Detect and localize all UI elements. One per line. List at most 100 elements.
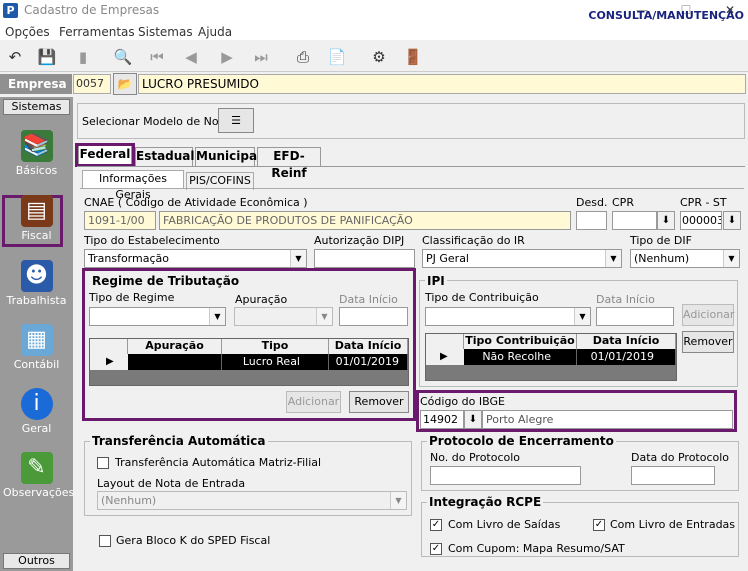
regime-row-data-inicio[interactable]: 01/01/2019 [329,354,408,370]
classificacao-ir-label: Classificação do IR [422,234,525,247]
layout-nota-select[interactable]: (Nenhum) ▼ [97,491,407,510]
ipi-remover-button[interactable]: Remover [682,331,734,353]
document-list-icon: ☰ [231,114,241,127]
sidebar-header[interactable]: Sistemas [3,99,70,115]
modelo-nota-label: Selecionar Modelo de Nota [82,115,230,128]
regime-col-apuracao: Apuração [128,339,222,354]
tipo-estabelecimento-select[interactable]: Transformação ▼ [84,249,307,268]
cpr-field[interactable] [612,211,657,230]
regime-remover-button[interactable]: Remover [349,391,409,413]
cpr-st-field[interactable]: 000003 [680,211,722,230]
open-folder-button[interactable]: 📂 [113,73,137,95]
tipo-dif-select[interactable]: (Nenhum) ▼ [630,249,740,268]
print-icon[interactable]: ⎙ [292,46,314,68]
menu-ferramentas[interactable]: Ferramentas [59,25,135,39]
cpr-st-lookup-button[interactable]: ⬇ [723,211,741,230]
first-record-icon[interactable]: ⏮ [146,46,168,68]
tab-estadual[interactable]: Estadual [135,147,195,166]
sidebar-item-geral[interactable]: i Geral [3,384,70,444]
layout-nota-label: Layout de Nota de Entrada [97,477,246,490]
desd-label: Desd. [576,196,608,209]
protocolo-data-field[interactable] [631,466,715,485]
previous-record-icon[interactable]: ◀ [180,46,202,68]
grid-corner [90,339,128,354]
classificacao-ir-value: PJ Geral [426,252,469,265]
subtab-divider [80,188,744,189]
sidebar-item-label: Fiscal [21,229,52,242]
protocolo-data-label: Data do Protocolo [631,451,730,464]
rcpe-entradas-checkbox[interactable]: ✓ [593,519,605,531]
ipi-adicionar-button[interactable]: Adicionar [682,304,734,326]
regime-row-tipo[interactable]: Lucro Real [222,354,329,370]
regime-data-inicio-field[interactable] [339,307,408,326]
subtab-informacoes-gerais[interactable]: Informações Gerais [82,170,184,201]
sidebar-footer[interactable]: Outros [3,553,70,569]
window-title: Cadastro de Empresas [24,3,160,17]
regime-tipo-select[interactable]: ▼ [89,307,226,326]
rcpe-cupom-label: Com Cupom: Mapa Resumo/SAT [448,542,625,555]
regime-title: Regime de Tributação [90,274,242,288]
save-icon[interactable]: 💾 [36,46,58,68]
tab-efd-reinf[interactable]: EFD-Reinf [257,147,321,180]
cnae-label: CNAE ( Código de Atividade Econômica ) [84,196,308,209]
chevron-down-icon: ▼ [574,308,590,325]
tools-icon[interactable]: ⚙ [368,46,390,68]
ibge-code-field[interactable]: 14902 [420,410,464,429]
menu-opcoes[interactable]: Opções [5,25,50,39]
regime-data-inicio-label: Data Início [339,293,398,306]
ibge-lookup-button[interactable]: ⬇ [464,410,482,429]
empresa-name-field[interactable]: LUCRO PRESUMIDO [138,74,746,94]
sidebar-item-contabil[interactable]: ▦ Contábil [3,320,70,380]
folder-icon: 📂 [117,77,133,91]
calculator-icon: ▦ [20,324,53,356]
tab-municipal[interactable]: Municipal [195,147,261,166]
next-record-icon[interactable]: ▶ [216,46,238,68]
sidebar-item-observacoes[interactable]: ✎ Observações [3,448,74,508]
exit-icon[interactable]: 🚪 [402,46,424,68]
undo-icon[interactable]: ↶ [4,46,26,68]
sidebar-item-label: Geral [21,422,52,435]
ipi-tipo-select[interactable]: ▼ [425,307,591,326]
mode-label: CONSULTA/MANUTENÇÃO [588,9,744,22]
cnae-code-field[interactable]: 1091-1/00 [84,211,156,230]
ipi-col-data-inicio: Data Início [577,334,676,349]
transferencia-checkbox[interactable] [97,457,109,469]
sidebar-item-trabalhista[interactable]: ☻ Trabalhista [3,256,70,316]
protocolo-numero-field[interactable] [430,466,581,485]
regime-adicionar-button[interactable]: Adicionar [286,391,341,413]
modelo-nota-button[interactable]: ☰ [218,108,254,133]
cnae-description-field[interactable]: FABRICAÇÃO DE PRODUTOS DE PANIFICAÇÃO [159,211,571,230]
ibge-city-field[interactable]: Porto Alegre [482,410,733,429]
bookmark-icon[interactable]: ▮ [72,46,94,68]
sidebar-item-fiscal[interactable]: ▤ Fiscal [3,191,70,251]
ipi-data-inicio-field[interactable] [596,307,674,326]
last-record-icon[interactable]: ⏭ [250,46,272,68]
ipi-tipo-label: Tipo de Contribuição [425,291,539,304]
menu-ajuda[interactable]: Ajuda [198,25,232,39]
books-icon: 📚 [20,130,53,162]
notepad-icon: ✎ [20,452,53,484]
report-icon[interactable]: 📄 [326,46,348,68]
bloco-k-checkbox[interactable] [99,535,111,547]
cpr-lookup-button[interactable]: ⬇ [657,211,675,230]
chevron-down-icon: ▼ [605,250,621,267]
chevron-down-icon: ▼ [316,308,332,325]
autorizacao-dipj-field[interactable] [314,249,415,268]
protocolo-title: Protocolo de Encerramento [427,434,616,448]
search-document-icon[interactable]: 🔍 [112,46,134,68]
empresa-code-field[interactable]: 0057 [73,74,111,94]
regime-apuracao-select[interactable]: ▼ [234,307,333,326]
regime-col-tipo: Tipo [222,339,329,354]
menu-sistemas[interactable]: Sistemas [138,25,193,39]
table-row[interactable]: Não Recolhe [464,349,577,365]
rcpe-saidas-checkbox[interactable]: ✓ [430,519,442,531]
regime-apuracao-label: Apuração [235,293,288,306]
sidebar-item-basicos[interactable]: 📚 Básicos [3,126,70,186]
table-row[interactable] [128,354,222,370]
transferencia-title: Transferência Automática [90,434,268,448]
ipi-row-data-inicio[interactable]: 01/01/2019 [577,349,676,365]
classificacao-ir-select[interactable]: PJ Geral ▼ [422,249,622,268]
rcpe-cupom-checkbox[interactable]: ✓ [430,543,442,555]
desd-field[interactable] [576,211,607,230]
sidebar-item-label: Básicos [15,164,58,177]
